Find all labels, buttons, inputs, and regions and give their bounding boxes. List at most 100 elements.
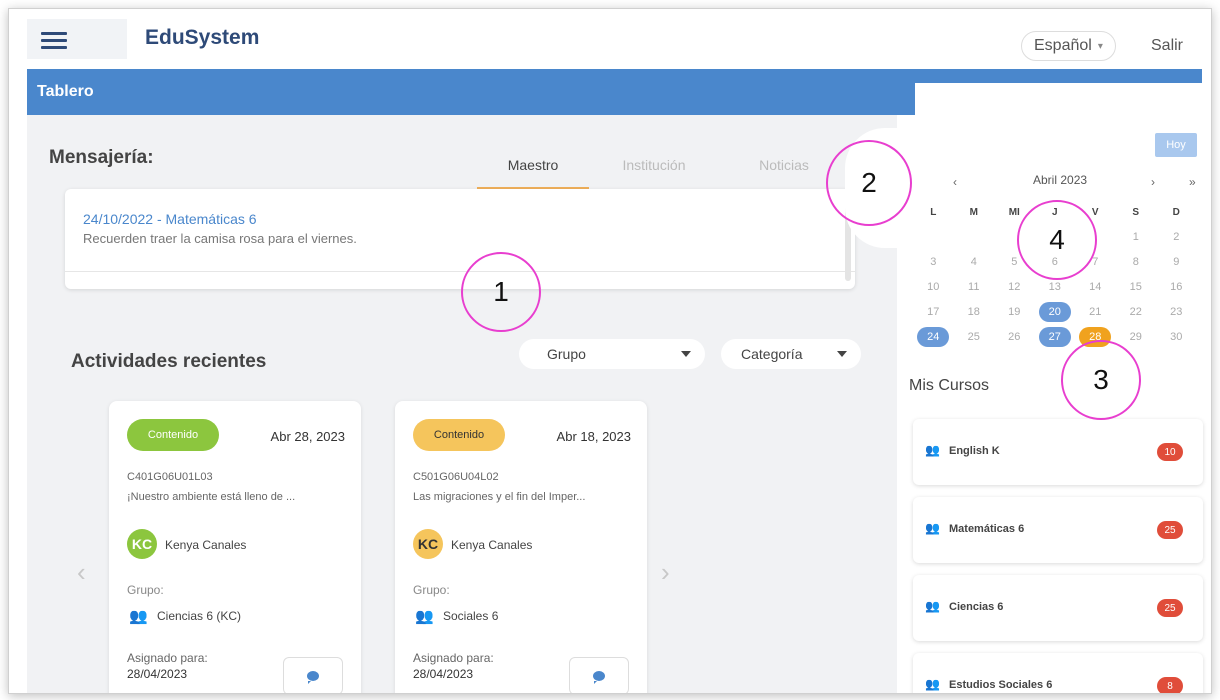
calendar-day[interactable]: 30 xyxy=(1156,327,1197,347)
calendar-day[interactable]: 22 xyxy=(1116,302,1157,322)
activities-title: Actividades recientes xyxy=(71,351,267,372)
group-icon: 👥 xyxy=(925,677,940,691)
calendar-day-number: 17 xyxy=(927,306,940,318)
category-filter-label: Categoría xyxy=(741,346,803,362)
category-filter[interactable]: Categoría xyxy=(721,339,861,369)
menu-area xyxy=(27,19,127,59)
calendar-day-number: 11 xyxy=(968,281,980,293)
calendar-day[interactable]: 2 xyxy=(1156,227,1197,247)
carousel-next-icon[interactable]: › xyxy=(661,557,670,588)
calendar-day[interactable]: 24 xyxy=(913,327,954,347)
comment-button[interactable] xyxy=(569,657,629,693)
calendar-last-icon[interactable]: » xyxy=(1189,175,1196,189)
logout-link[interactable]: Salir xyxy=(1151,37,1183,55)
calendar-week: 24 25 26 27 28 29 30 xyxy=(913,326,1197,348)
course-count-badge: 25 xyxy=(1157,599,1183,617)
calendar-day[interactable]: 8 xyxy=(1116,252,1157,272)
group-icon: 👥 xyxy=(925,443,940,457)
calendar-day[interactable]: 10 xyxy=(913,277,954,297)
calendar-day[interactable]: 14 xyxy=(1075,277,1116,297)
user-name: Kenya Canales xyxy=(165,538,247,552)
calendar-day[interactable]: 17 xyxy=(913,302,954,322)
today-button[interactable]: Hoy xyxy=(1155,133,1197,157)
divider xyxy=(65,271,855,272)
avatar: KC xyxy=(413,529,443,559)
calendar-day[interactable]: 12 xyxy=(994,277,1035,297)
calendar-day[interactable]: 23 xyxy=(1156,302,1197,322)
calendar-day[interactable]: 25 xyxy=(954,327,995,347)
calendar-day[interactable]: 11 xyxy=(954,277,995,297)
course-item-english[interactable]: 👥 English K 10 xyxy=(913,419,1203,485)
group-filter[interactable]: Grupo xyxy=(519,339,705,369)
course-count-badge: 10 xyxy=(1157,443,1183,461)
comment-button[interactable] xyxy=(283,657,343,693)
chat-bubble-icon xyxy=(307,671,319,684)
course-item-ciencias[interactable]: 👥 Ciencias 6 25 xyxy=(913,575,1203,641)
message-heading[interactable]: 24/10/2022 - Matemáticas 6 xyxy=(83,211,257,227)
calendar-day[interactable]: 3 xyxy=(913,252,954,272)
calendar-day-number xyxy=(958,226,990,246)
calendar-day[interactable]: 15 xyxy=(1116,277,1157,297)
activity-card[interactable]: Contenido Abr 28, 2023 C401G06U01L03 ¡Nu… xyxy=(109,401,361,693)
hamburger-menu-icon[interactable] xyxy=(41,32,67,49)
calendar-day[interactable]: 29 xyxy=(1116,327,1157,347)
activity-description: Las migraciones y el fin del Imper... xyxy=(413,491,586,503)
calendar-day-number: 14 xyxy=(1089,281,1102,293)
calendar-day-number: 2 xyxy=(1173,231,1180,243)
calendar-day-number: 20 xyxy=(1038,302,1071,322)
calendar-day-number: 18 xyxy=(967,306,980,318)
tab-institucion[interactable]: Institución xyxy=(589,145,719,190)
language-select[interactable]: Español ▾ xyxy=(1021,31,1116,61)
calendar-month: Abril 2023 xyxy=(1033,173,1088,187)
dropdown-arrow-icon xyxy=(837,351,847,357)
app-window: EduSystem Español ▾ Salir Tablero Bienve… xyxy=(8,8,1212,694)
calendar-day-number: 26 xyxy=(1008,331,1021,343)
course-count-badge: 25 xyxy=(1157,521,1183,539)
group-label: Grupo: xyxy=(413,583,450,597)
group-icon: 👥 xyxy=(129,608,148,625)
calendar-day-number: 30 xyxy=(1170,331,1183,343)
calendar-day-number: 13 xyxy=(1048,281,1061,293)
course-item-matematicas[interactable]: 👥 Matemáticas 6 25 xyxy=(913,497,1203,563)
course-name: Estudios Sociales 6 xyxy=(949,679,1053,691)
course-count-badge: 8 xyxy=(1157,677,1183,693)
annotation-marker-2: 2 xyxy=(826,140,912,226)
tab-maestro[interactable]: Maestro xyxy=(477,145,589,190)
annotation-marker-1: 1 xyxy=(461,252,541,332)
course-item-sociales[interactable]: 👥 Estudios Sociales 6 8 xyxy=(913,653,1203,693)
calendar-day[interactable]: 1 xyxy=(1116,227,1157,247)
calendar-prev-icon[interactable]: ‹ xyxy=(953,175,957,189)
group-icon: 👥 xyxy=(925,599,940,613)
page-title: Tablero xyxy=(37,83,94,100)
calendar-day[interactable]: 26 xyxy=(994,327,1035,347)
calendar-day[interactable]: 27 xyxy=(1035,327,1076,347)
activity-code: C401G06U01L03 xyxy=(127,471,213,483)
assigned-label: Asignado para: xyxy=(413,651,494,665)
group-icon: 👥 xyxy=(415,608,434,625)
activity-card[interactable]: Contenido Abr 18, 2023 C501G06U04L02 Las… xyxy=(395,401,647,693)
carousel-prev-icon[interactable]: ‹ xyxy=(77,557,86,588)
calendar-day-number: 15 xyxy=(1129,281,1142,293)
caret-down-icon: ▾ xyxy=(1097,40,1103,52)
calendar-day[interactable]: 16 xyxy=(1156,277,1197,297)
dropdown-arrow-icon xyxy=(681,351,691,357)
calendar-next-icon[interactable]: › xyxy=(1151,175,1155,189)
group-name: Ciencias 6 (KC) xyxy=(157,609,242,623)
calendar-day[interactable]: 9 xyxy=(1156,252,1197,272)
calendar-day-number: 23 xyxy=(1170,306,1183,318)
calendar-day[interactable]: 18 xyxy=(954,302,995,322)
calendar-day-number: 19 xyxy=(1008,306,1021,318)
language-label: Español xyxy=(1034,37,1092,54)
calendar-day[interactable]: 4 xyxy=(954,252,995,272)
group-filter-label: Grupo xyxy=(547,346,586,362)
calendar-day[interactable]: 21 xyxy=(1075,302,1116,322)
calendar-day[interactable]: 19 xyxy=(994,302,1035,322)
weekday-label: S xyxy=(1132,206,1140,218)
weekday-label: M xyxy=(969,206,978,218)
calendar-day-number: 29 xyxy=(1129,331,1142,343)
calendar-day[interactable]: 20 xyxy=(1035,302,1076,322)
calendar-day[interactable]: 13 xyxy=(1035,277,1076,297)
courses-title: Mis Cursos xyxy=(909,377,990,394)
messaging-tabs: Maestro Institución Noticias xyxy=(477,145,849,190)
calendar-day-number: 8 xyxy=(1132,256,1139,268)
